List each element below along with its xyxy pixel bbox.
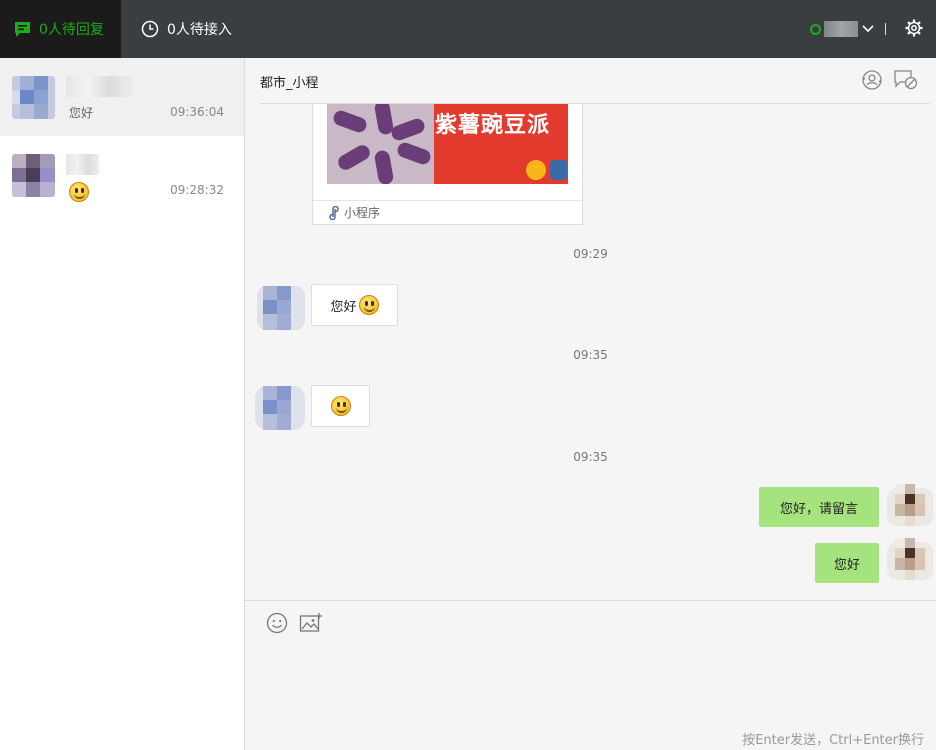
- send-hint: 按Enter发送，Ctrl+Enter换行: [742, 733, 924, 748]
- message-text: 您好，请留言: [779, 501, 858, 517]
- avatar: [12, 76, 55, 119]
- cover-banner-text: 紫薯豌豆派: [435, 113, 551, 138]
- gear-icon[interactable]: [904, 18, 924, 38]
- message-text: 您好: [833, 557, 860, 573]
- image-icon[interactable]: [299, 612, 323, 634]
- badge-icon: [550, 160, 567, 180]
- close-session-icon[interactable]: [893, 69, 919, 91]
- avatar: [255, 384, 307, 432]
- message-text: 您好: [330, 299, 357, 315]
- mini-program-label: 小程序: [344, 206, 381, 220]
- agent-name-blurred: [824, 21, 858, 37]
- avatar: [255, 284, 307, 332]
- contact-name-blurred: [66, 76, 133, 97]
- timestamp: 09:35: [573, 450, 608, 464]
- online-status-menu[interactable]: [810, 20, 874, 38]
- last-message-time: 09:36:04: [170, 105, 224, 119]
- chevron-down-icon: [862, 25, 874, 33]
- chat-header: 都市_小程: [260, 58, 930, 104]
- mini-program-icon: [329, 205, 339, 220]
- chat-bubble-icon: [15, 21, 30, 37]
- conversation-list: 您好 09:36:04 09:28:32: [0, 58, 245, 750]
- timestamp: 09:35: [573, 348, 608, 362]
- top-bar: 0人待回复 0人待接入: [0, 0, 936, 58]
- incoming-message-bubble: 您好: [311, 284, 398, 326]
- contact-name-blurred: [66, 154, 99, 175]
- avatar: [12, 154, 55, 197]
- chat-panel: 都市_小程 紫薯豌豆派 小程序 09:29 您好 09:35 09:35 您好，…: [245, 58, 936, 600]
- mini-program-cover-image: 紫薯豌豆派: [327, 104, 568, 184]
- avatar: [887, 484, 933, 528]
- mini-program-footer: 小程序: [313, 200, 582, 224]
- transfer-user-icon[interactable]: [861, 69, 883, 91]
- smile-emoji-icon: [358, 295, 379, 315]
- conversation-item[interactable]: 09:28:32: [0, 136, 244, 214]
- clock-icon: [141, 20, 159, 38]
- incoming-message-bubble: [311, 385, 370, 427]
- tab-pending-access[interactable]: 0人待接入: [141, 0, 232, 58]
- timestamp: 09:29: [573, 247, 608, 261]
- badge-icon: [526, 160, 546, 180]
- smile-emoji-icon: [330, 396, 351, 416]
- emoji-icon[interactable]: [266, 612, 288, 634]
- outgoing-message-bubble: 您好: [815, 543, 879, 583]
- topbar-divider: [885, 23, 886, 35]
- mini-program-card[interactable]: 紫薯豌豆派 小程序: [312, 104, 583, 225]
- last-message: 您好: [69, 106, 94, 120]
- last-message: [69, 182, 89, 202]
- chat-title: 都市_小程: [260, 76, 319, 91]
- tab-pending-access-label: 0人待接入: [167, 22, 232, 38]
- smile-emoji-icon: [69, 182, 89, 202]
- outgoing-message-bubble: 您好，请留言: [759, 487, 879, 527]
- tab-pending-reply[interactable]: 0人待回复: [0, 0, 121, 58]
- conversation-item[interactable]: 您好 09:36:04: [0, 58, 244, 136]
- online-status-icon: [810, 23, 821, 35]
- tab-pending-reply-label: 0人待回复: [39, 22, 104, 38]
- last-message-time: 09:28:32: [170, 183, 224, 197]
- avatar: [887, 538, 933, 582]
- message-composer[interactable]: 按Enter发送，Ctrl+Enter换行: [245, 600, 936, 750]
